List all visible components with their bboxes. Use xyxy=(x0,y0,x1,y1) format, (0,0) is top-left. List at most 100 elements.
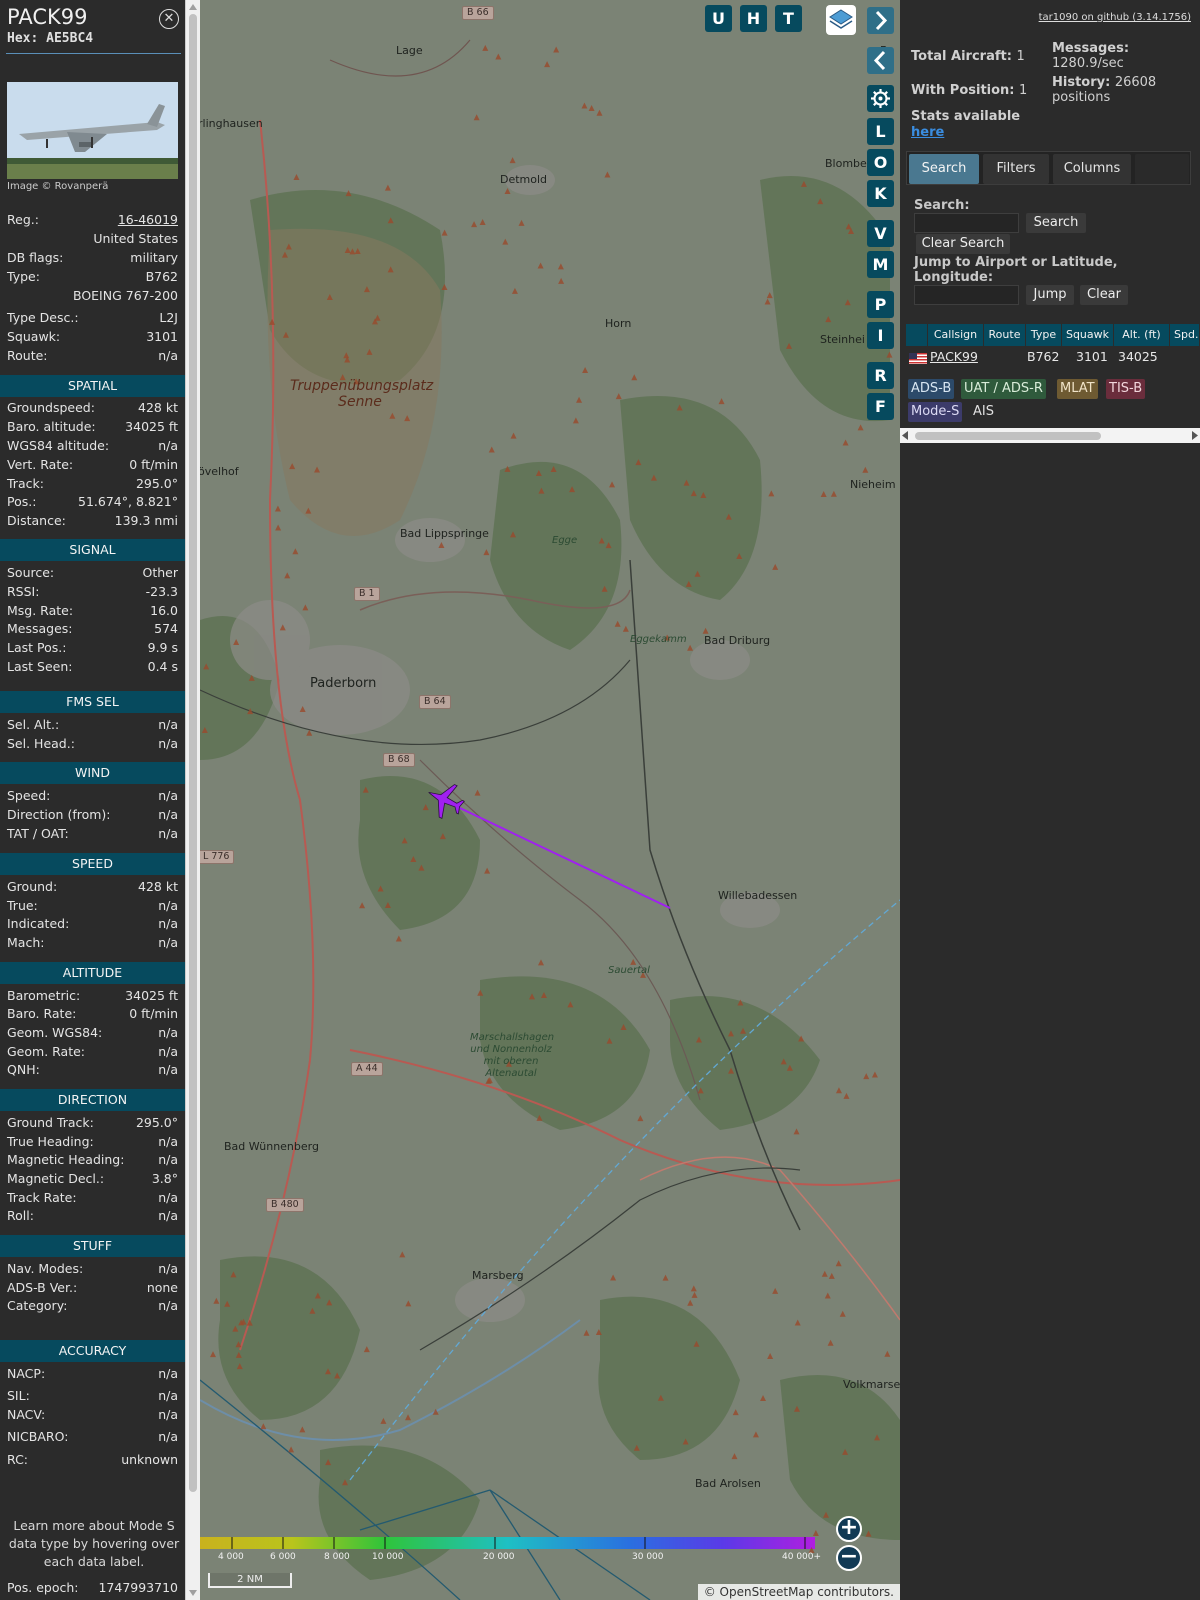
map-key-l-button[interactable]: L xyxy=(867,118,894,145)
row-callsign[interactable]: PACK99 xyxy=(930,349,978,364)
section-header-wind[interactable]: WIND xyxy=(0,762,185,784)
detail-value[interactable]: 16-46019 xyxy=(118,212,178,227)
info-label[interactable]: Roll: xyxy=(7,1208,34,1223)
info-label[interactable]: Direction (from): xyxy=(7,807,111,822)
info-label[interactable]: Groundspeed: xyxy=(7,400,95,415)
map-key-k-button[interactable]: K xyxy=(867,180,894,207)
search-input[interactable] xyxy=(914,213,1019,233)
scrollbar-thumb[interactable] xyxy=(189,14,197,1492)
jump-input[interactable] xyxy=(914,285,1019,305)
map-toggle-u-button[interactable]: U xyxy=(705,5,732,32)
info-label[interactable]: True: xyxy=(7,898,38,913)
table-hscrollbar[interactable] xyxy=(900,428,1200,443)
info-label[interactable]: Barometric: xyxy=(7,988,80,1003)
section-header-direction[interactable]: DIRECTION xyxy=(0,1089,185,1111)
info-label[interactable]: WGS84 altitude: xyxy=(7,438,109,453)
close-icon[interactable]: ✕ xyxy=(159,9,179,29)
collapse-left-button[interactable] xyxy=(867,47,894,74)
tab-filters[interactable]: Filters xyxy=(983,154,1049,184)
info-label[interactable]: Category: xyxy=(7,1298,67,1313)
info-label[interactable]: SIL: xyxy=(7,1388,30,1403)
section-header-speed[interactable]: SPEED xyxy=(0,853,185,875)
info-label[interactable]: Vert. Rate: xyxy=(7,457,73,472)
aircraft-photo[interactable] xyxy=(7,82,178,179)
layers-button[interactable] xyxy=(826,5,856,35)
section-header-signal[interactable]: SIGNAL xyxy=(0,539,185,561)
info-label[interactable]: Nav. Modes: xyxy=(7,1261,83,1276)
zoom-out-button[interactable]: − xyxy=(836,1545,862,1571)
info-label[interactable]: RC: xyxy=(7,1452,28,1467)
info-label[interactable]: Sel. Alt.: xyxy=(7,717,59,732)
col-speed[interactable]: Spd. xyxy=(1170,324,1200,346)
info-label[interactable]: Magnetic Decl.: xyxy=(7,1171,104,1186)
info-label[interactable]: QNH: xyxy=(7,1062,40,1077)
info-label[interactable]: Sel. Head.: xyxy=(7,736,75,751)
map-toggle-t-button[interactable]: T xyxy=(775,5,802,32)
map-attribution[interactable]: © OpenStreetMap contributors. xyxy=(697,1584,900,1600)
section-header-stuff[interactable]: STUFF xyxy=(0,1235,185,1257)
map-key-r-button[interactable]: R xyxy=(867,362,894,389)
scroll-right-icon[interactable] xyxy=(1192,431,1198,440)
map-key-i-button[interactable]: I xyxy=(867,322,894,349)
info-label[interactable]: Last Pos.: xyxy=(7,640,66,655)
info-label[interactable]: Speed: xyxy=(7,788,50,803)
info-label[interactable]: Pos.: xyxy=(7,494,36,509)
info-label[interactable]: Mach: xyxy=(7,935,44,950)
section-header-altitude[interactable]: ALTITUDE xyxy=(0,962,185,984)
info-label[interactable]: Baro. Rate: xyxy=(7,1006,76,1021)
tab-columns[interactable]: Columns xyxy=(1053,154,1131,184)
col-type[interactable]: Type xyxy=(1026,324,1062,346)
stats-link[interactable]: here xyxy=(911,125,944,140)
col-flag[interactable] xyxy=(906,324,928,346)
scroll-left-icon[interactable] xyxy=(902,431,908,440)
table-row[interactable]: PACK99 B762 3101 34025 xyxy=(906,348,1200,368)
map-key-f-button[interactable]: F xyxy=(867,393,894,420)
info-label[interactable]: Distance: xyxy=(7,513,66,528)
info-label[interactable]: Magnetic Heading: xyxy=(7,1152,124,1167)
github-link[interactable]: tar1090 on github (3.14.1756) xyxy=(1039,12,1191,23)
info-label[interactable]: NACV: xyxy=(7,1407,45,1422)
info-label[interactable]: True Heading: xyxy=(7,1134,94,1149)
info-label[interactable]: NACP: xyxy=(7,1366,45,1381)
info-label[interactable]: Last Seen: xyxy=(7,659,72,674)
section-header-fms-sel[interactable]: FMS SEL xyxy=(0,691,185,713)
jump-button[interactable]: Jump xyxy=(1026,285,1074,305)
info-label[interactable]: Ground Track: xyxy=(7,1115,94,1130)
sidebar-scrollbar[interactable] xyxy=(185,0,200,1600)
info-label[interactable]: NICBARO: xyxy=(7,1429,68,1444)
tab-search[interactable]: Search xyxy=(909,154,979,184)
col-route[interactable]: Route xyxy=(984,324,1026,346)
info-label[interactable]: Ground: xyxy=(7,879,57,894)
map-key-m-button[interactable]: M xyxy=(867,251,894,278)
map-key-v-button[interactable]: V xyxy=(867,220,894,247)
scroll-down-icon[interactable] xyxy=(189,1590,197,1596)
settings-button[interactable] xyxy=(867,85,894,112)
info-label[interactable]: Indicated: xyxy=(7,916,69,931)
clear-jump-button[interactable]: Clear xyxy=(1080,285,1128,305)
col-callsign[interactable]: Callsign xyxy=(928,324,984,346)
info-label[interactable]: Baro. altitude: xyxy=(7,419,96,434)
map-toggle-h-button[interactable]: H xyxy=(740,5,767,32)
zoom-in-button[interactable]: + xyxy=(836,1516,862,1542)
map-key-p-button[interactable]: P xyxy=(867,291,894,318)
info-label[interactable]: Track Rate: xyxy=(7,1190,77,1205)
map-view[interactable]: Lage rlinghausen Detmold Blomber Horn Steinhe… xyxy=(200,0,900,1600)
info-label[interactable]: Messages: xyxy=(7,621,73,636)
clear-search-button[interactable]: Clear Search xyxy=(916,234,1010,254)
info-label[interactable]: Source: xyxy=(7,565,54,580)
map-key-o-button[interactable]: O xyxy=(867,149,894,176)
section-header-accuracy[interactable]: ACCURACY xyxy=(0,1340,185,1362)
info-label[interactable]: RSSI: xyxy=(7,584,39,599)
info-label[interactable]: Geom. WGS84: xyxy=(7,1025,102,1040)
scroll-up-icon[interactable] xyxy=(189,4,197,10)
col-altitude[interactable]: Alt. (ft) xyxy=(1114,324,1170,346)
hscroll-thumb[interactable] xyxy=(915,432,1101,440)
info-label[interactable]: Msg. Rate: xyxy=(7,603,73,618)
section-header-spatial[interactable]: SPATIAL xyxy=(0,375,185,397)
col-squawk[interactable]: Squawk xyxy=(1062,324,1114,346)
info-label[interactable]: TAT / OAT: xyxy=(7,826,69,841)
info-label[interactable]: Track: xyxy=(7,476,44,491)
info-label[interactable]: ADS-B Ver.: xyxy=(7,1280,77,1295)
search-button[interactable]: Search xyxy=(1026,213,1086,233)
expand-right-button[interactable] xyxy=(867,7,894,34)
